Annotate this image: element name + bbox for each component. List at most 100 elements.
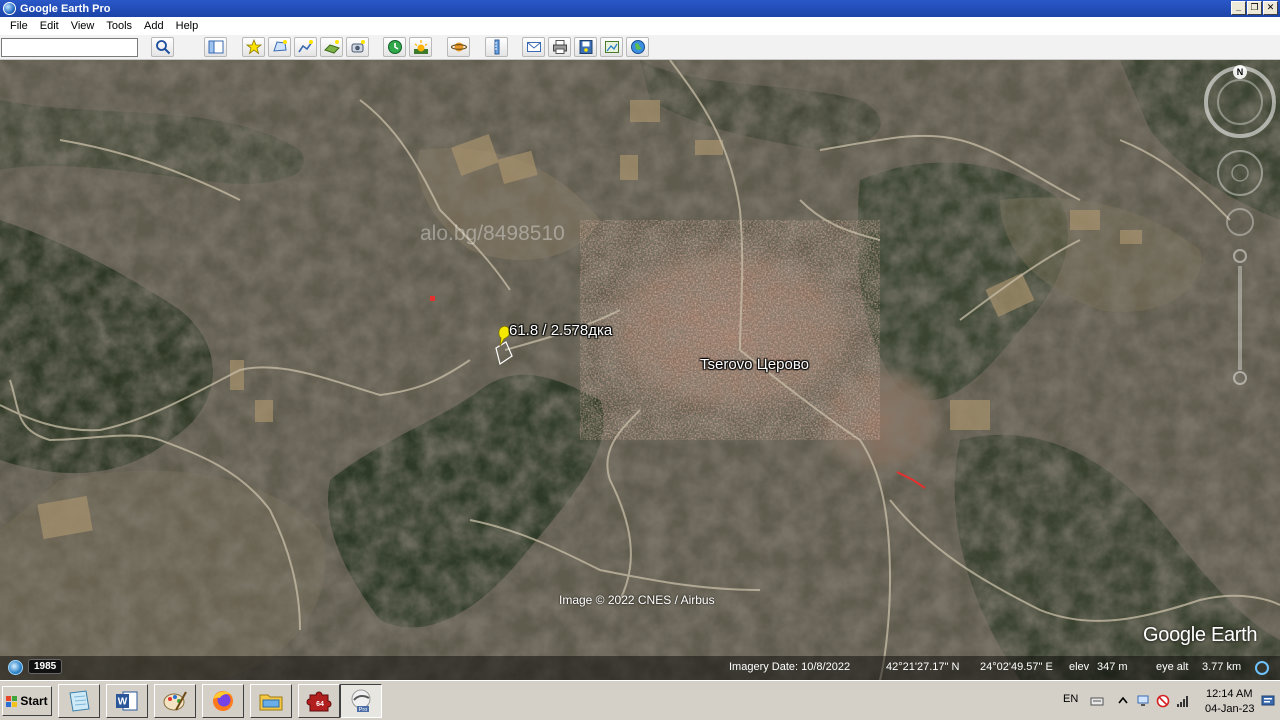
watermark-text: alo.bg/8498510 bbox=[420, 222, 565, 245]
google-earth-window: Google Earth Pro _ ❐ ✕ File Edit View To… bbox=[0, 0, 1280, 720]
place-label[interactable]: Tserovo Церово bbox=[700, 356, 809, 373]
historical-imagery-icon[interactable] bbox=[8, 660, 23, 675]
save-image-button[interactable] bbox=[574, 37, 597, 57]
signal-icon[interactable] bbox=[1176, 694, 1190, 708]
menu-file[interactable]: File bbox=[4, 20, 34, 32]
eye-alt-label: eye alt bbox=[1156, 661, 1189, 673]
streaming-icon bbox=[1255, 661, 1269, 675]
task-firefox[interactable] bbox=[202, 684, 244, 718]
toolbar bbox=[0, 35, 1280, 60]
word-icon: W bbox=[116, 691, 138, 711]
placemark-label[interactable]: 61.8 / 2.578дка bbox=[509, 322, 612, 339]
latitude-readout: 42°21'27.17" N bbox=[886, 661, 960, 673]
history-icon bbox=[387, 40, 402, 54]
status-bar: 1985 Imagery Date: 10/8/2022 42°21'27.17… bbox=[0, 656, 1280, 680]
view-in-maps-button[interactable] bbox=[600, 37, 623, 57]
windows-flag-icon bbox=[6, 695, 18, 707]
task-explorer[interactable] bbox=[250, 684, 292, 718]
sunlight-icon bbox=[413, 40, 428, 54]
sidebar-icon bbox=[208, 40, 223, 54]
eye-alt-value: 3.77 km bbox=[1202, 661, 1242, 673]
path-icon bbox=[297, 40, 313, 53]
svg-text:W: W bbox=[118, 697, 128, 708]
start-label: Start bbox=[20, 694, 48, 708]
maps-icon bbox=[604, 41, 619, 53]
taskbar: Start W 64 Pro EN 12:14 AM 04-Jan-23 bbox=[0, 680, 1280, 720]
task-word[interactable]: W bbox=[106, 684, 148, 718]
map-view[interactable]: alo.bg/8498510 61.8 / 2.578дка Tserovo Ц… bbox=[0, 60, 1280, 680]
add-placemark-button[interactable] bbox=[242, 37, 265, 57]
search-icon bbox=[155, 40, 170, 55]
historical-imagery-button[interactable] bbox=[383, 37, 406, 57]
task-puzzle-app[interactable]: 64 bbox=[298, 684, 340, 718]
placemark-icon bbox=[245, 39, 262, 55]
puzzle-icon: 64 bbox=[306, 691, 332, 712]
language-indicator[interactable]: EN bbox=[1063, 693, 1078, 705]
no-connection-icon[interactable] bbox=[1156, 694, 1170, 708]
sidebar-toggle-button[interactable] bbox=[204, 37, 227, 57]
menu-tools[interactable]: Tools bbox=[100, 20, 138, 32]
add-polygon-button[interactable] bbox=[268, 37, 291, 57]
search-button[interactable] bbox=[151, 37, 174, 57]
network-icon[interactable] bbox=[1136, 694, 1150, 708]
menu-edit[interactable]: Edit bbox=[34, 20, 65, 32]
menu-add[interactable]: Add bbox=[138, 20, 170, 32]
print-icon bbox=[552, 40, 567, 54]
system-tray: EN 12:14 AM 04-Jan-23 bbox=[1054, 681, 1280, 720]
search-input[interactable] bbox=[1, 38, 138, 57]
overlay-icon bbox=[323, 40, 340, 54]
add-path-button[interactable] bbox=[294, 37, 317, 57]
elevation-label: elev bbox=[1069, 661, 1090, 673]
imagery-date: Imagery Date: 10/8/2022 bbox=[729, 661, 851, 673]
notification-icon[interactable] bbox=[1261, 694, 1275, 708]
close-button[interactable]: ✕ bbox=[1263, 1, 1278, 15]
clock-time[interactable]: 12:14 AM bbox=[1206, 688, 1252, 700]
polygon-icon bbox=[272, 40, 287, 52]
keyboard-icon[interactable] bbox=[1090, 694, 1104, 708]
ruler-icon bbox=[494, 39, 499, 55]
task-google-earth[interactable]: Pro bbox=[340, 684, 382, 718]
sunlight-button[interactable] bbox=[409, 37, 432, 57]
menu-bar: File Edit View Tools Add Help bbox=[0, 17, 1280, 35]
google-earth-logo: Google Earth bbox=[1143, 624, 1258, 646]
imagery-credit: Image © 2022 CNES / Airbus bbox=[559, 593, 715, 607]
switch-planet-button[interactable] bbox=[447, 37, 470, 57]
menu-help[interactable]: Help bbox=[170, 20, 205, 32]
look-joystick[interactable] bbox=[1217, 150, 1263, 196]
puzzle-badge: 64 bbox=[316, 701, 324, 708]
firefox-icon bbox=[213, 691, 233, 711]
task-notepad[interactable] bbox=[58, 684, 100, 718]
minimize-button[interactable]: _ bbox=[1231, 1, 1246, 15]
elevation-value: 347 m bbox=[1097, 661, 1128, 673]
restore-button[interactable]: ❐ bbox=[1247, 1, 1262, 15]
window-title: Google Earth Pro bbox=[20, 2, 111, 15]
email-icon bbox=[526, 42, 541, 52]
email-button[interactable] bbox=[522, 37, 545, 57]
year-badge[interactable]: 1985 bbox=[28, 659, 63, 674]
ruler-button[interactable] bbox=[485, 37, 508, 57]
print-button[interactable] bbox=[548, 37, 571, 57]
earth-icon bbox=[630, 40, 645, 54]
zoom-slider[interactable] bbox=[1233, 249, 1247, 385]
google-earth-icon bbox=[3, 2, 16, 15]
navigation-controls bbox=[1204, 66, 1276, 385]
start-button[interactable]: Start bbox=[2, 686, 52, 716]
chevron-up-icon[interactable] bbox=[1116, 694, 1130, 708]
paint-icon bbox=[163, 691, 187, 711]
longitude-readout: 24°02'49.57" E bbox=[980, 661, 1053, 673]
clock-date[interactable]: 04-Jan-23 bbox=[1205, 703, 1255, 715]
task-paint[interactable] bbox=[154, 684, 196, 718]
compass-north[interactable]: N bbox=[1233, 65, 1247, 79]
add-overlay-button[interactable] bbox=[320, 37, 343, 57]
menu-view[interactable]: View bbox=[65, 20, 101, 32]
tour-icon bbox=[351, 40, 365, 53]
record-tour-button[interactable] bbox=[346, 37, 369, 57]
title-bar[interactable]: Google Earth Pro _ ❐ ✕ bbox=[0, 0, 1280, 17]
satellite-imagery bbox=[0, 60, 1280, 680]
move-joystick[interactable] bbox=[1226, 208, 1254, 236]
google-earth-icon: Pro bbox=[351, 689, 371, 713]
explorer-icon bbox=[259, 694, 283, 711]
save-image-icon bbox=[579, 40, 592, 54]
earth-gallery-button[interactable] bbox=[626, 37, 649, 57]
notepad-icon bbox=[69, 690, 90, 712]
